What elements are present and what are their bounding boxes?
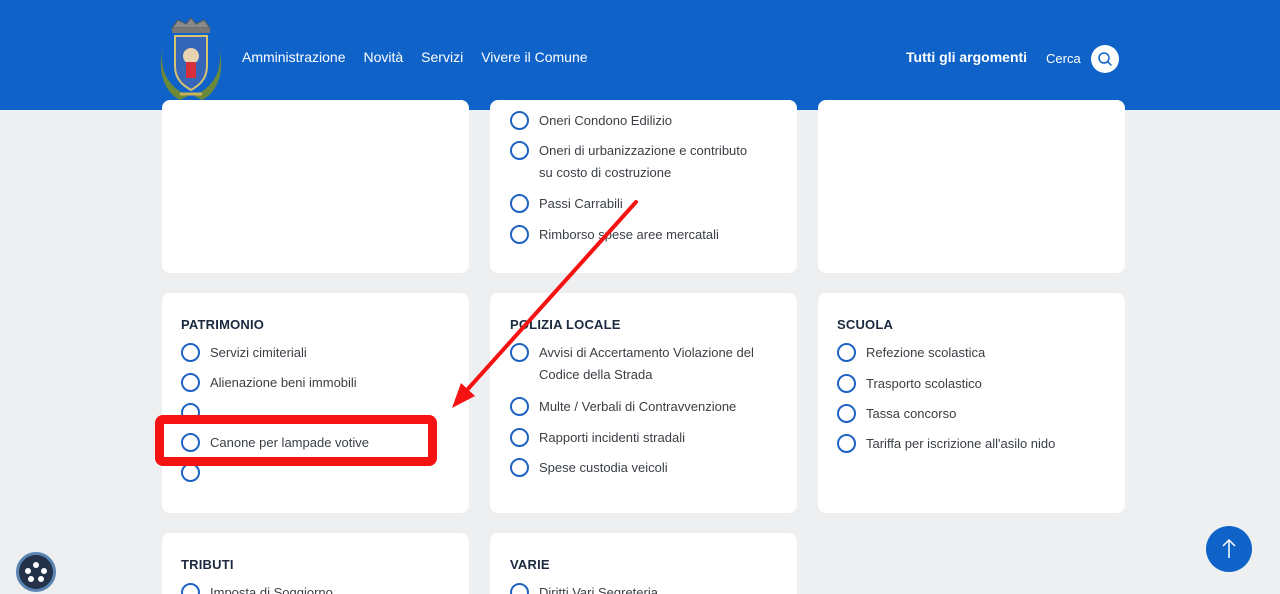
radio-button[interactable] [510, 343, 529, 362]
nav-novita[interactable]: Novità [363, 49, 403, 65]
arrow-up-icon [1222, 538, 1236, 558]
radio-button[interactable] [510, 458, 529, 477]
site-header: Amministrazione Novità Servizi Vivere il… [0, 0, 1280, 110]
card-patrimonio: PATRIMONIO Servizi cimiteriali Alienazio… [162, 293, 469, 513]
list-item[interactable]: Rimborso spese aree mercatali [510, 224, 719, 246]
list-item[interactable]: Imposta di Soggiorno [181, 582, 333, 594]
card-title: SCUOLA [837, 317, 894, 332]
main-nav: Amministrazione Novità Servizi Vivere il… [242, 49, 588, 65]
search-label[interactable]: Cerca [1046, 51, 1081, 66]
list-item[interactable]: Alienazione beni immobili [181, 372, 357, 394]
radio-button[interactable] [837, 404, 856, 423]
radio-button[interactable] [837, 343, 856, 362]
list-item[interactable]: Refezione scolastica [837, 342, 985, 364]
card-scuola: SCUOLA Refezione scolastica Trasporto sc… [818, 293, 1125, 513]
radio-button[interactable] [510, 225, 529, 244]
card-top-right [818, 100, 1125, 273]
radio-button[interactable] [181, 373, 200, 392]
card-title: TRIBUTI [181, 557, 234, 572]
list-item[interactable]: Servizi cimiteriali [181, 342, 307, 364]
list-item[interactable]: Passi Carrabili [510, 193, 623, 215]
card-title: POLIZIA LOCALE [510, 317, 621, 332]
card-polizia-locale: POLIZIA LOCALE Avvisi di Accertamento Vi… [490, 293, 797, 513]
municipal-crest-icon[interactable] [158, 16, 224, 102]
accessibility-icon [25, 562, 47, 582]
card-title: PATRIMONIO [181, 317, 265, 332]
list-item[interactable]: Tassa concorso [837, 403, 956, 425]
radio-button[interactable] [510, 194, 529, 213]
nav-amministrazione[interactable]: Amministrazione [242, 49, 345, 65]
list-item[interactable]: Tariffa per iscrizione all'asilo nido [837, 433, 1055, 455]
list-item[interactable]: Spese custodia veicoli [510, 457, 668, 479]
card-title: VARIE [510, 557, 550, 572]
radio-button[interactable] [510, 141, 529, 160]
list-item[interactable]: Oneri Condono Edilizio [510, 110, 672, 132]
accessibility-button[interactable] [16, 552, 56, 592]
radio-button[interactable] [510, 583, 529, 594]
radio-button[interactable] [181, 583, 200, 594]
radio-button[interactable] [837, 434, 856, 453]
radio-button[interactable] [510, 397, 529, 416]
radio-button[interactable] [510, 111, 529, 130]
scroll-to-top-button[interactable] [1206, 526, 1252, 572]
card-varie: VARIE Diritti Vari Segreteria [490, 533, 797, 594]
radio-button[interactable] [181, 343, 200, 362]
list-item[interactable]: Trasporto scolastico [837, 373, 982, 395]
radio-button[interactable] [510, 428, 529, 447]
radio-button[interactable] [837, 374, 856, 393]
all-topics-link[interactable]: Tutti gli argomenti [906, 49, 1027, 65]
list-item[interactable]: Rapporti incidenti stradali [510, 427, 685, 449]
search-button[interactable] [1091, 45, 1119, 73]
card-tributi: TRIBUTI Imposta di Soggiorno [162, 533, 469, 594]
list-item[interactable]: Multe / Verbali di Contravvenzione [510, 396, 736, 418]
card-top-middle: Oneri Condono Edilizio Oneri di urbanizz… [490, 100, 797, 273]
list-item[interactable]: Diritti Vari Segreteria [510, 582, 658, 594]
list-item[interactable]: Oneri di urbanizzazione e contributo su c… [510, 140, 747, 184]
nav-servizi[interactable]: Servizi [421, 49, 463, 65]
search-icon [1098, 52, 1112, 66]
list-item[interactable]: Avvisi di Accertamento Violazione del Cod… [510, 342, 754, 386]
card-top-left [162, 100, 469, 273]
nav-vivere-il-comune[interactable]: Vivere il Comune [481, 49, 587, 65]
highlight-box [155, 415, 437, 466]
